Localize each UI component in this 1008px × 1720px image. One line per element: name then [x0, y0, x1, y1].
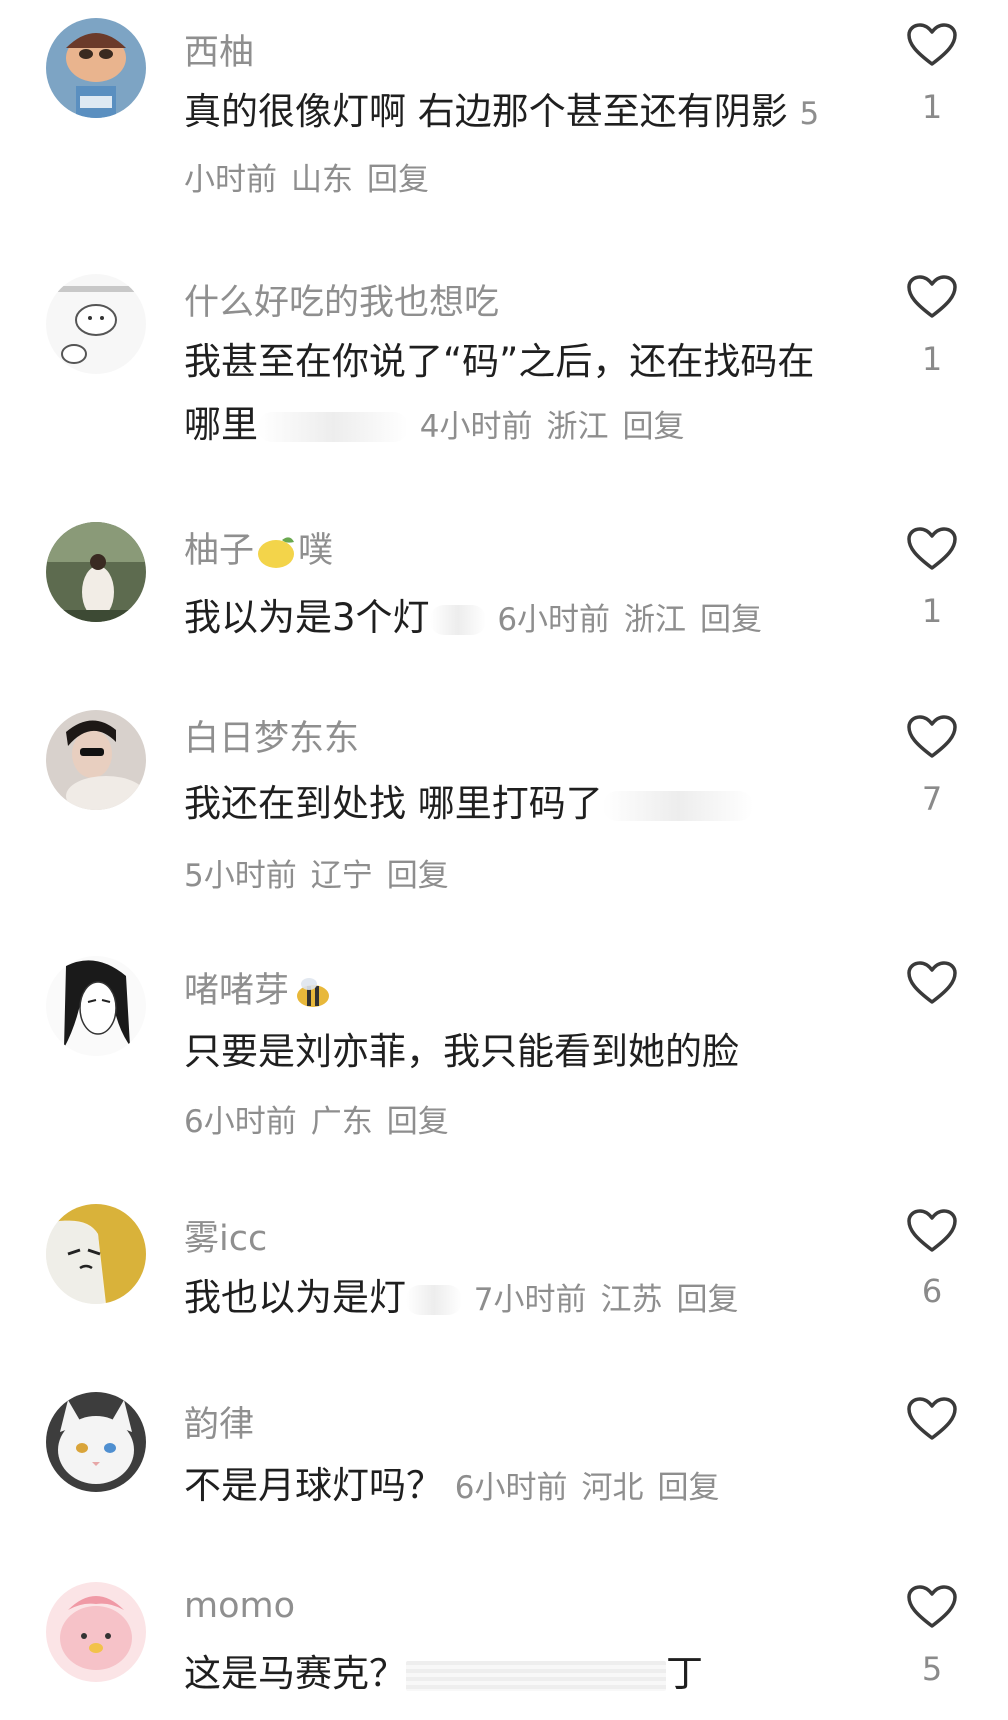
username[interactable]: 白日梦东东	[184, 710, 359, 761]
comment-meta: 4小时前 浙江 回复	[420, 409, 699, 445]
blurred-content	[406, 1660, 666, 1691]
like-count: 1	[921, 340, 943, 378]
heart-outline-icon	[907, 275, 957, 318]
blurred-emoji	[429, 604, 486, 635]
lemon-icon	[254, 532, 298, 572]
heart-outline-icon	[907, 23, 957, 66]
reply-button[interactable]: 回复	[387, 1104, 449, 1140]
like-button[interactable]	[906, 1208, 958, 1254]
like-count: 6	[921, 1272, 943, 1310]
avatar[interactable]	[46, 1392, 146, 1492]
comment-text: 只要是刘亦菲，我只能看到她的脸	[184, 1030, 739, 1073]
comment-text: 我以为是3个灯 6小时前 浙江 回复	[184, 586, 844, 652]
like-button[interactable]	[906, 274, 958, 320]
avatar[interactable]	[46, 18, 146, 118]
comment-meta: 6小时前 河北 回复	[455, 1470, 734, 1506]
timestamp: 7小时前	[473, 1282, 587, 1318]
comment-text: 不是月球灯吗？ 6小时前 河北 回复	[184, 1454, 844, 1520]
region: 河北	[581, 1470, 644, 1506]
avatar[interactable]	[46, 1204, 146, 1304]
like-count: 7	[921, 780, 943, 818]
avatar[interactable]	[46, 710, 146, 810]
like-count: 1	[921, 88, 943, 126]
timestamp: 4小时前	[419, 409, 533, 445]
blurred-emoji	[406, 1284, 462, 1315]
like-button[interactable]	[906, 1396, 958, 1442]
heart-outline-icon	[907, 961, 957, 1004]
like-button[interactable]	[906, 22, 958, 68]
username[interactable]: momo	[184, 1586, 295, 1626]
region: 浙江	[624, 602, 687, 638]
username[interactable]: 什么好吃的我也想吃	[184, 274, 499, 325]
username[interactable]: 啫啫芽	[184, 962, 333, 1013]
timestamp: 6小时前	[184, 1104, 297, 1140]
timestamp: 6小时前	[497, 602, 611, 638]
username[interactable]: 西柚	[184, 24, 254, 75]
comment-meta: 6小时前 广东 回复	[184, 1096, 463, 1141]
avatar[interactable]	[46, 956, 146, 1056]
bee-icon	[289, 972, 333, 1012]
heart-outline-icon	[907, 1585, 957, 1628]
comment-meta: 7小时前 江苏 回复	[474, 1282, 753, 1318]
reply-button[interactable]: 回复	[658, 1470, 720, 1506]
comment-text: 这是马赛克？丁	[184, 1652, 703, 1695]
username[interactable]: 韵律	[184, 1396, 254, 1447]
blurred-emoji	[258, 411, 408, 442]
avatar[interactable]	[46, 274, 146, 374]
reply-button[interactable]: 回复	[387, 858, 449, 894]
reply-button[interactable]: 回复	[677, 1282, 739, 1318]
comment-text: 我还在到处找 哪里打码了	[184, 772, 844, 835]
timestamp: 6小时前	[454, 1470, 568, 1506]
comment-meta: 5小时前 辽宁 回复	[184, 850, 463, 895]
region: 浙江	[546, 409, 609, 445]
like-button[interactable]	[906, 960, 958, 1006]
username[interactable]: 雾icc	[184, 1210, 267, 1261]
username[interactable]: 柚子 噗	[184, 522, 333, 573]
comment-text: 我也以为是灯 7小时前 江苏 回复	[184, 1266, 844, 1332]
comment-meta: 6小时前 浙江 回复	[497, 602, 776, 638]
comment-text: 真的很像灯啊 右边那个甚至还有阴影 5小时前 山东 回复	[184, 90, 820, 198]
blurred-emoji	[602, 790, 753, 821]
heart-outline-icon	[907, 527, 957, 570]
reply-button[interactable]: 回复	[367, 162, 429, 198]
reply-button[interactable]: 回复	[700, 602, 762, 638]
like-button[interactable]	[906, 1584, 958, 1630]
like-button[interactable]	[906, 714, 958, 760]
like-count: 5	[921, 1650, 943, 1688]
heart-outline-icon	[907, 1209, 957, 1252]
region: 江苏	[600, 1282, 663, 1318]
comment-text: 我甚至在你说了“码”之后，还在找码在哪里 4小时前 浙江 回复	[184, 340, 815, 446]
region: 广东	[310, 1104, 373, 1140]
timestamp: 5小时前	[184, 858, 297, 894]
like-count: 1	[921, 592, 943, 630]
like-button[interactable]	[906, 526, 958, 572]
heart-outline-icon	[907, 715, 957, 758]
reply-button[interactable]: 回复	[623, 409, 685, 445]
region: 辽宁	[310, 858, 373, 894]
avatar[interactable]	[46, 1582, 146, 1682]
heart-outline-icon	[907, 1397, 957, 1440]
avatar[interactable]	[46, 522, 146, 622]
region: 山东	[291, 162, 353, 198]
